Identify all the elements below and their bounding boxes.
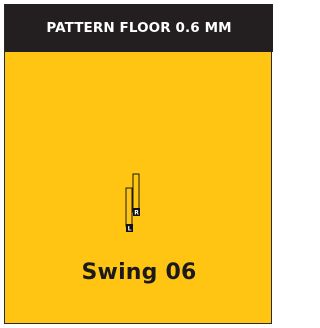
pattern-title: Swing 06 (81, 260, 197, 285)
left-foot-outline (125, 187, 133, 227)
right-foot-outline (132, 173, 140, 213)
pattern-header-text: PATTERN FLOOR 0.6 MM (46, 20, 232, 36)
left-foot-label: L (128, 226, 132, 233)
footstep-diagram: R L (125, 173, 140, 233)
pattern-header: PATTERN FLOOR 0.6 MM (5, 4, 273, 52)
right-foot-label: R (134, 210, 139, 217)
pattern-card[interactable]: PATTERN FLOOR 0.6 MM R L Swing 06 (4, 4, 273, 324)
